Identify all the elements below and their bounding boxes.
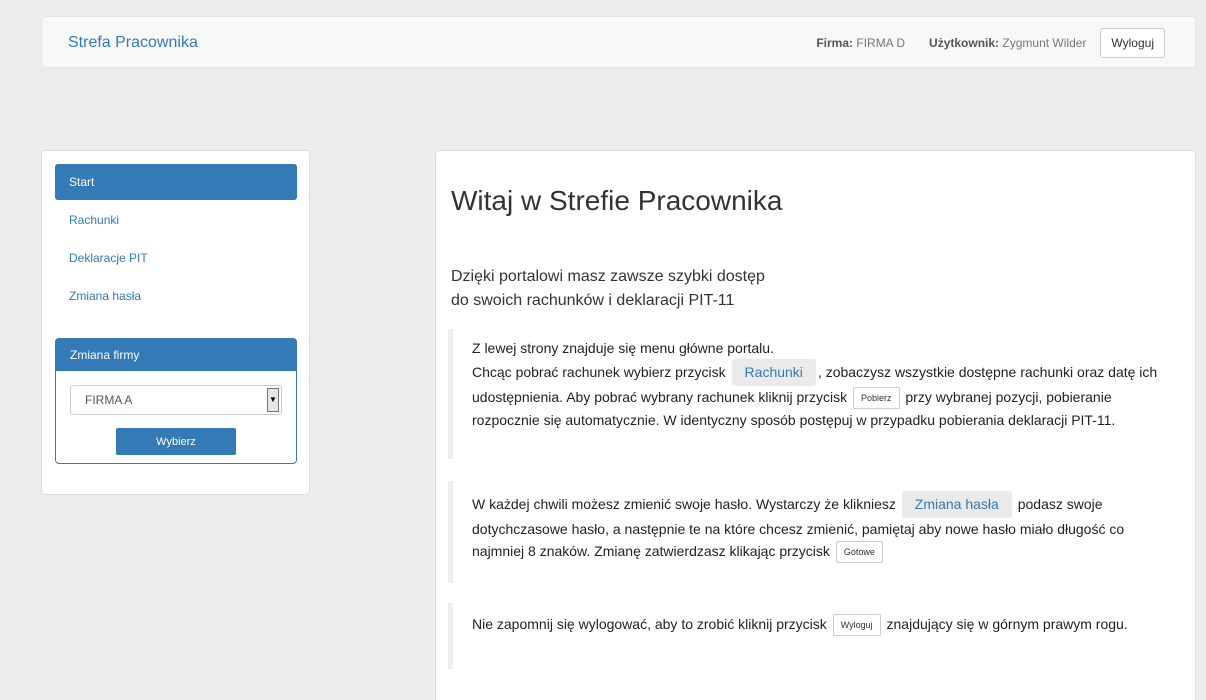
lead-line-1: Dzięki portalowi masz zawsze szybki dost… <box>451 268 765 285</box>
brand-link[interactable]: Strefa Pracownika <box>68 17 198 69</box>
lead-text: Dzięki portalowi masz zawsze szybki dost… <box>451 265 765 313</box>
top-navbar: Strefa Pracownika Firma: FIRMA D Użytkow… <box>41 16 1196 68</box>
main-content: Witaj w Strefie Pracownika Dzięki portal… <box>435 150 1196 700</box>
sidebar: Start Rachunki Deklaracje PIT Zmiana has… <box>41 150 310 495</box>
gotowe-button-sample: Gotowe <box>835 541 883 564</box>
firm-change-panel: Zmiana firmy FIRMA A ▼ Wybierz <box>55 338 297 464</box>
info-block-password: W każdej chwili możesz zmienić swoje has… <box>448 481 1158 583</box>
navbar-info: Firma: FIRMA D Użytkownik: Zygmunt Wilde… <box>816 17 1165 69</box>
firm-label: Firma: <box>816 36 854 50</box>
firm-select-value: FIRMA A <box>85 393 133 407</box>
p1-text-a: Chcąc pobrać rachunek wybierz przycisk <box>472 364 726 380</box>
sidebar-item-rachunki[interactable]: Rachunki <box>55 202 297 238</box>
p3-text-a: Nie zapomnij się wylogować, aby to zrobi… <box>472 616 827 632</box>
chevron-down-icon[interactable]: ▼ <box>267 388 279 412</box>
select-firm-button[interactable]: Wybierz <box>116 428 236 455</box>
firm-select[interactable]: FIRMA A ▼ <box>70 385 282 415</box>
p2-text-a: W każdej chwili możesz zmienić swoje has… <box>472 496 896 512</box>
firm-value: FIRMA D <box>856 36 906 50</box>
p1-line1: Z lewej strony znajduje się menu główne … <box>472 340 774 356</box>
sidebar-item-deklaracje-pit[interactable]: Deklaracje PIT <box>55 240 297 276</box>
user-label: Użytkownik: <box>929 36 1000 50</box>
logout-button[interactable]: Wyloguj <box>1100 28 1165 58</box>
info-block-logout: Nie zapomnij się wylogować, aby to zrobi… <box>448 603 1158 669</box>
user-value: Zygmunt Wilder <box>1002 36 1087 50</box>
zmiana-hasla-chip: Zmiana hasła <box>901 491 1012 518</box>
wyloguj-button-sample: Wyloguj <box>832 614 881 637</box>
lead-line-2: do swoich rachunków i deklaracji PIT-11 <box>451 292 735 309</box>
p3-text-b: znajdujący się w górnym prawym rogu. <box>886 616 1128 632</box>
page-title: Witaj w Strefie Pracownika <box>451 185 783 216</box>
info-block-menu: Z lewej strony znajduje się menu główne … <box>448 329 1158 459</box>
sidebar-item-zmiana-hasla[interactable]: Zmiana hasła <box>55 278 297 314</box>
pobierz-button-sample: Pobierz <box>852 387 900 410</box>
firm-panel-title: Zmiana firmy <box>56 339 296 371</box>
rachunki-chip: Rachunki <box>731 359 816 386</box>
sidebar-menu: Start Rachunki Deklaracje PIT Zmiana has… <box>55 164 297 316</box>
sidebar-item-start[interactable]: Start <box>55 164 297 200</box>
